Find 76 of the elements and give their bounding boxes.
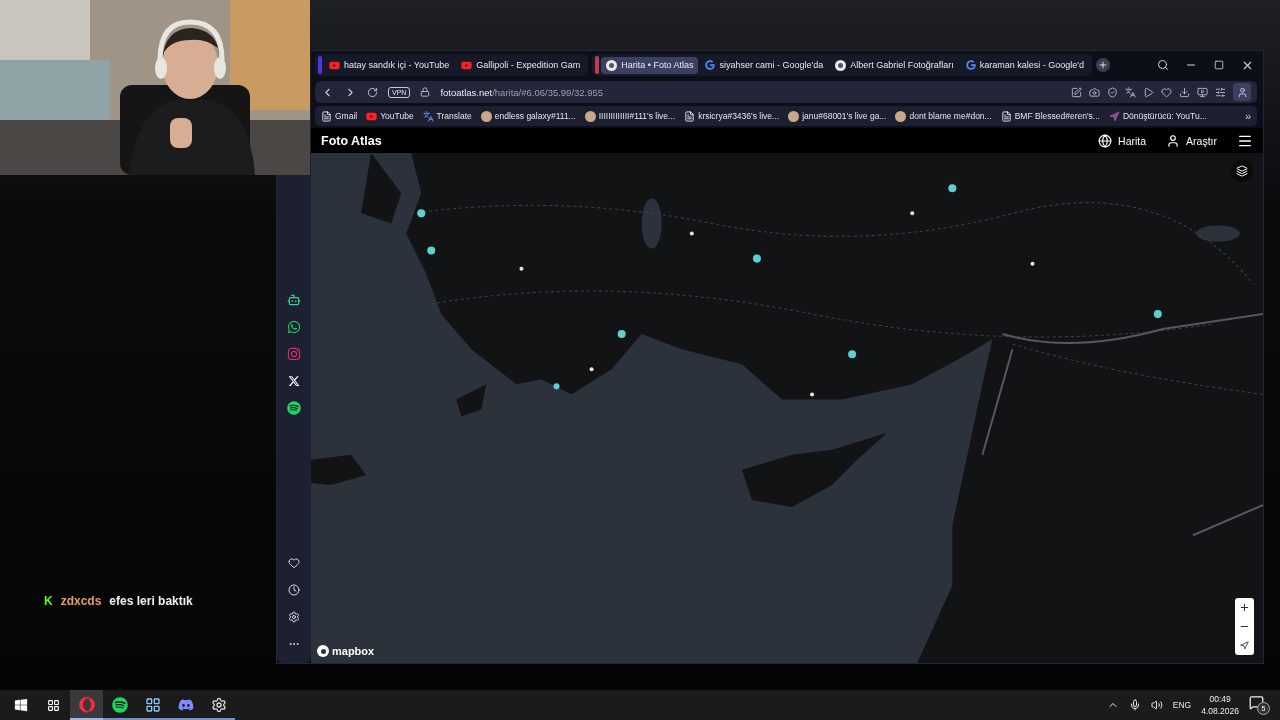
taskbar-clock[interactable]: 00:49 4.08.2026 xyxy=(1201,694,1239,716)
lock-icon xyxy=(420,87,431,97)
bookmark[interactable]: IIIIIIIIIIIII#111's live... xyxy=(584,110,676,122)
new-tab-button[interactable] xyxy=(1096,58,1111,72)
nav-link[interactable]: Araştır xyxy=(1166,133,1217,148)
translate-icon[interactable] xyxy=(1125,86,1136,98)
url-path: /harita/#6.06/35.99/32.955 xyxy=(492,86,604,98)
page-icon xyxy=(1000,110,1012,122)
bookmark[interactable]: endless galaxy#111... xyxy=(480,110,576,122)
menu-icon[interactable] xyxy=(1215,86,1226,98)
clock-icon[interactable] xyxy=(285,581,303,599)
browser-tab[interactable]: karaman kalesi - Google'd xyxy=(960,57,1090,73)
heart-icon[interactable] xyxy=(1161,86,1172,98)
play-icon[interactable] xyxy=(1143,86,1154,98)
play-icon xyxy=(461,59,473,71)
clock-date: 4.08.2026 xyxy=(1201,706,1239,716)
page-icon xyxy=(684,110,696,122)
circle-logo-icon xyxy=(835,59,847,71)
zoom-in-icon[interactable] xyxy=(1239,602,1250,613)
more-bookmarks-button[interactable]: » xyxy=(1244,110,1251,122)
download-icon[interactable] xyxy=(1179,86,1190,98)
person-icon xyxy=(1236,86,1248,98)
speaker-icon[interactable] xyxy=(1150,699,1163,711)
browser-tab[interactable]: Gallipoli - Expedition Gam xyxy=(456,56,586,74)
browser-tab[interactable]: Albert Gabriel Fotoğrafları xyxy=(830,56,959,74)
edit-icon[interactable] xyxy=(1071,86,1082,98)
nav-link[interactable]: Harita xyxy=(1098,133,1147,148)
bookmark[interactable]: janu#68001's live ga... xyxy=(788,110,887,122)
play-icon xyxy=(366,110,378,122)
o-logo-icon xyxy=(78,697,95,713)
browser-tab[interactable]: siyahser cami - Google'da xyxy=(700,57,829,73)
layers-icon xyxy=(1236,165,1248,177)
site-logo[interactable]: Foto Atlas xyxy=(321,133,382,148)
avatar-icon xyxy=(895,110,907,122)
browser-tab[interactable]: hatay sandık içi - YouTube xyxy=(324,56,455,74)
page-icon xyxy=(321,110,332,122)
platform-letter: K xyxy=(44,594,53,608)
sound-waves-icon xyxy=(111,697,128,713)
clock-time: 00:49 xyxy=(1209,694,1231,704)
taskbar-app[interactable] xyxy=(70,690,103,720)
language-indicator[interactable]: ENG xyxy=(1172,700,1192,710)
bookmark[interactable]: krsicrya#3436's live... xyxy=(684,110,780,122)
avatar-icon xyxy=(480,110,492,122)
arrow-logo-icon xyxy=(1108,110,1120,122)
camera-icon[interactable] xyxy=(1089,86,1100,98)
sound-waves-icon[interactable] xyxy=(285,399,303,417)
bookmark[interactable]: Dönüştürücü: YouTu... xyxy=(1108,110,1207,122)
compass-icon[interactable] xyxy=(1240,641,1249,650)
circle-logo-icon xyxy=(606,59,618,71)
bookmark[interactable]: YouTube xyxy=(366,110,414,122)
shield-icon[interactable] xyxy=(1107,86,1118,98)
reload-icon[interactable] xyxy=(367,86,378,98)
chat-username: zdxcds xyxy=(60,594,102,608)
video-popout-icon[interactable] xyxy=(1197,86,1208,98)
map-attribution: mapbox xyxy=(332,645,375,657)
microphone-icon[interactable] xyxy=(1128,699,1141,711)
avatar-icon xyxy=(584,110,596,122)
g-logo-icon xyxy=(965,60,976,70)
chat-message: efes leri baktık xyxy=(109,594,193,608)
avatar-icon xyxy=(788,110,800,122)
bookmark[interactable]: BMF Blessed#eren's... xyxy=(1000,110,1100,122)
bookmark[interactable]: Translate xyxy=(422,110,472,122)
profile-button[interactable] xyxy=(1233,83,1251,101)
url-host: fotoatlas.net xyxy=(440,86,493,98)
g-logo-icon xyxy=(705,60,716,70)
windows-logo-icon[interactable] xyxy=(13,698,28,712)
camera-icon[interactable] xyxy=(285,345,303,363)
bookmark[interactable]: Gmail xyxy=(321,110,358,122)
play-icon xyxy=(329,59,340,71)
task-view-icon[interactable] xyxy=(47,698,60,712)
browser-tab[interactable]: Harita • Foto Atlas xyxy=(601,56,699,74)
phone-bubble-icon[interactable] xyxy=(285,318,303,336)
globe-icon xyxy=(1098,133,1113,148)
bookmark[interactable]: dont blame me#don... xyxy=(895,110,992,122)
game-controller-icon xyxy=(177,697,194,713)
translate-icon xyxy=(422,110,434,122)
